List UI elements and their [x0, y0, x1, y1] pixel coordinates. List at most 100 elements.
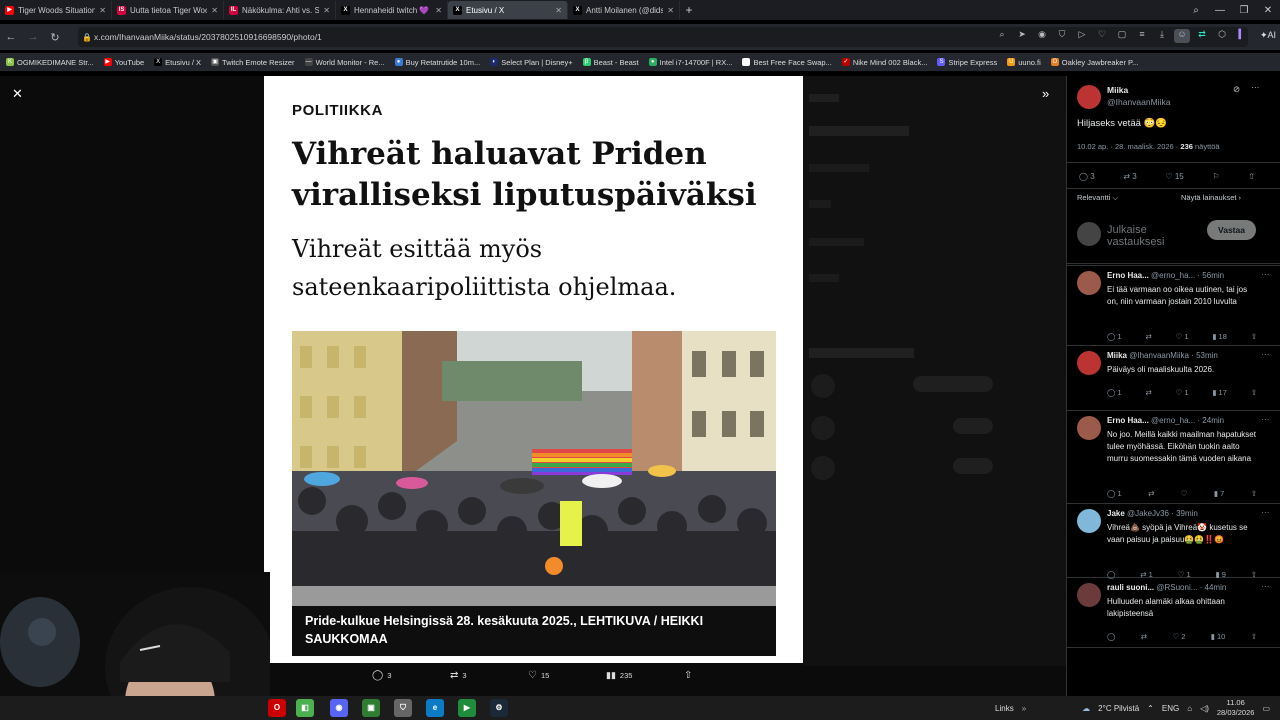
bookmark-icon[interactable]: ⚐ — [1212, 172, 1219, 181]
bookmark-item[interactable]: ◐ Select Plan | Disney+ — [490, 58, 573, 67]
forward-button[interactable]: → — [22, 31, 44, 43]
back-button[interactable]: ← — [0, 31, 22, 43]
reply-like-button[interactable]: ♡ 1 — [1176, 332, 1189, 341]
browser-tab[interactable]: X Antti Moilanen (@didskti ✕ — [568, 1, 680, 19]
photo-repost-button[interactable]: ⇄ 3 — [450, 670, 467, 681]
bookmark-item[interactable]: ▣ Twitch Emote Resizer — [211, 58, 295, 67]
opera-icon[interactable]: O — [268, 699, 286, 717]
clock[interactable]: 11.06 28/03/2026 — [1217, 698, 1255, 718]
reply-author[interactable]: Erno Haa... — [1107, 416, 1149, 425]
reply-time[interactable]: · 44min — [1200, 583, 1227, 592]
discord-icon[interactable]: ◉ — [330, 699, 348, 717]
reply-time[interactable]: · 39min — [1171, 509, 1198, 518]
reply-author[interactable]: Erno Haa... — [1107, 271, 1149, 280]
photo-share-button[interactable]: ⇧ — [684, 670, 692, 681]
reply-reply-button[interactable]: ◯ 1 — [1107, 388, 1122, 397]
chevron-icon[interactable]: » — [1022, 704, 1026, 713]
close-tab-icon[interactable]: ✕ — [555, 6, 562, 15]
reply-views-button[interactable]: ▮ 10 — [1211, 632, 1226, 641]
bookmark-item[interactable]: Uuuno.fi — [1007, 58, 1041, 67]
play-icon[interactable]: ▷ — [1074, 29, 1090, 43]
view-quotes-link[interactable]: Näytä lainaukset › — [1181, 193, 1241, 202]
author-name[interactable]: Miika — [1107, 85, 1128, 95]
bookmark-item[interactable]: ▶ YouTube — [103, 58, 144, 67]
sort-dropdown[interactable]: Relevantti ⌵ — [1077, 193, 1118, 203]
reply-input[interactable]: Julkaise vastauksesi — [1107, 224, 1197, 248]
reply-item[interactable]: Erno Haa... @erno_ha... · 56min ··· Ei tää… — [1067, 266, 1280, 346]
notifications-icon[interactable]: ▭ — [1262, 704, 1270, 713]
reply-repost-button[interactable]: ⇄ — [1148, 489, 1154, 498]
bookmark-item[interactable]: ● Buy Retatrutide 10m... — [394, 58, 480, 67]
bookmark-item[interactable]: ▣ Best Free Face Swap... — [742, 58, 832, 67]
restore-button[interactable]: ❐ — [1232, 5, 1256, 16]
camera-icon[interactable]: ◉ — [1034, 29, 1050, 43]
grok-icon[interactable]: ⊘ — [1233, 84, 1240, 95]
reply-avatar[interactable] — [1077, 351, 1101, 375]
post-reply-button[interactable]: ◯ 3 — [1079, 172, 1095, 181]
download-icon[interactable]: ⤓ — [1154, 29, 1170, 43]
reply-handle[interactable]: @erno_ha... — [1151, 271, 1195, 280]
post-timestamp[interactable]: 10.02 ap. · 28. maalisk. 2026 · — [1077, 142, 1180, 151]
minimize-button[interactable]: — — [1208, 5, 1232, 16]
reply-time[interactable]: · 24min — [1197, 416, 1224, 425]
reply-repost-button[interactable]: ⇄ — [1145, 388, 1151, 397]
reply-reply-button[interactable]: ◯ 1 — [1107, 332, 1122, 341]
tray-chevron-icon[interactable]: ⌃ — [1147, 704, 1154, 713]
reply-avatar[interactable] — [1077, 416, 1101, 440]
links-toolbar[interactable]: Links — [995, 704, 1014, 713]
reply-like-button[interactable]: ♡ 1 — [1176, 388, 1189, 397]
photo-views-button[interactable]: ▮▮ 235 — [606, 670, 632, 681]
reply-item[interactable]: Miika @IhanvaanMiika · 53min ··· Päiväys o… — [1067, 346, 1280, 411]
reply-views-button[interactable]: ▮ 17 — [1212, 388, 1227, 397]
reply-share-icon[interactable]: ⇧ — [1251, 632, 1257, 641]
reply-more-icon[interactable]: ··· — [1261, 269, 1270, 279]
photo-like-button[interactable]: ♡ 15 — [528, 670, 549, 681]
reply-repost-button[interactable]: ⇄ — [1145, 332, 1151, 341]
menu-icon[interactable]: ≡ — [1134, 29, 1150, 43]
reply-handle[interactable]: @JakeJv36 — [1127, 509, 1169, 518]
reply-handle[interactable]: @IhanvaanMiika — [1129, 351, 1189, 360]
reply-author[interactable]: Miika — [1107, 351, 1127, 360]
media-player-icon[interactable]: ▶ — [458, 699, 476, 717]
reply-author[interactable]: rauli suoni... — [1107, 583, 1154, 592]
reply-share-icon[interactable]: ⇧ — [1251, 388, 1257, 397]
reply-submit-button[interactable]: Vastaa — [1207, 220, 1256, 240]
reply-more-icon[interactable]: ··· — [1261, 507, 1270, 517]
reload-button[interactable]: ↻ — [44, 31, 66, 44]
author-avatar[interactable] — [1077, 85, 1101, 109]
heart-icon[interactable]: ♡ — [1094, 29, 1110, 43]
close-tab-icon[interactable]: ✕ — [667, 6, 674, 15]
reply-more-icon[interactable]: ··· — [1261, 349, 1270, 359]
search-icon[interactable]: ⌕ — [994, 29, 1010, 43]
share-icon[interactable]: ⇧ — [1248, 172, 1255, 181]
reply-time[interactable]: · 53min — [1191, 351, 1218, 360]
ai-button[interactable]: ✦AI — [1260, 30, 1276, 41]
shield-app-icon[interactable]: ⛉ — [394, 699, 412, 717]
steam-icon[interactable]: ⚙ — [490, 699, 508, 717]
browser-tab[interactable]: IL Näkökulma: Ahti vs. Sann✕ — [224, 1, 336, 19]
reply-item[interactable]: Jake @JakeJv36 · 39min ··· Vihreä💩 syöpä j… — [1067, 504, 1280, 579]
reply-repost-button[interactable]: ⇄ — [1141, 632, 1147, 641]
reply-views-button[interactable]: ▮ 18 — [1212, 332, 1227, 341]
reply-handle[interactable]: @erno_ha... — [1151, 416, 1195, 425]
reply-reply-button[interactable]: ◯ 1 — [1107, 489, 1122, 498]
new-tab-button[interactable]: + — [680, 3, 698, 17]
reply-avatar[interactable] — [1077, 583, 1101, 607]
close-window-button[interactable]: ✕ — [1256, 5, 1280, 16]
browser-tab[interactable]: X Hennaheidi twitch 💜 (@ ✕ — [336, 1, 448, 19]
close-tab-icon[interactable]: ✕ — [99, 6, 106, 15]
app-icon[interactable]: ◧ — [296, 699, 314, 717]
author-handle[interactable]: @IhanvaanMiika — [1107, 97, 1170, 107]
reply-like-button[interactable]: ♡ 2 — [1172, 632, 1185, 641]
reply-more-icon[interactable]: ··· — [1261, 581, 1270, 591]
reply-share-icon[interactable]: ⇧ — [1251, 332, 1257, 341]
volume-icon[interactable]: ◁) — [1200, 704, 1209, 713]
reply-handle[interactable]: @RSuoni... — [1156, 583, 1197, 592]
profile-icon[interactable]: ☺ — [1174, 29, 1190, 43]
reply-avatar[interactable] — [1077, 509, 1101, 533]
collapse-panel-button[interactable]: » — [1042, 86, 1049, 101]
more-options-icon[interactable]: ··· — [1251, 82, 1260, 92]
reply-like-button[interactable]: ♡ — [1181, 489, 1188, 498]
search-tabs-icon[interactable]: ⌕ — [1184, 5, 1208, 16]
post-repost-button[interactable]: ⇄ 3 — [1123, 172, 1136, 181]
